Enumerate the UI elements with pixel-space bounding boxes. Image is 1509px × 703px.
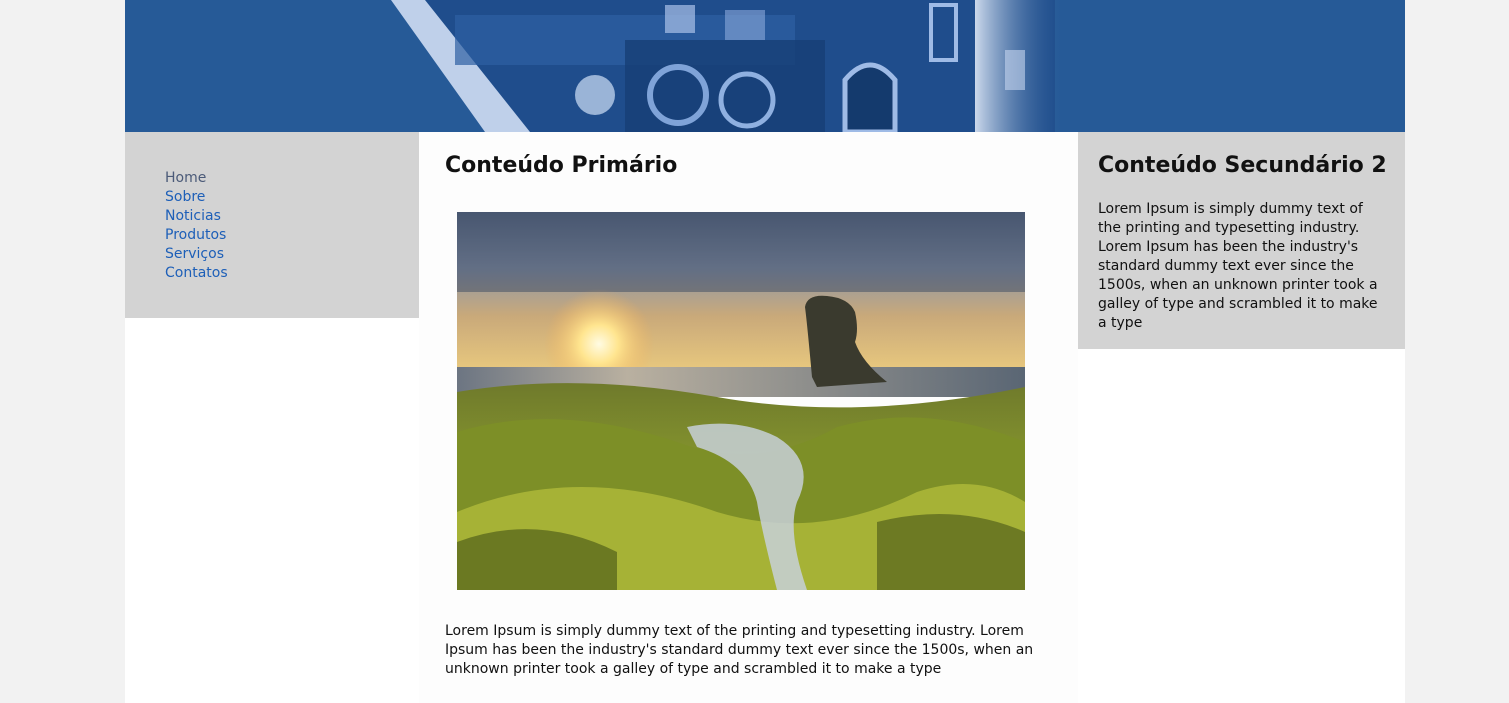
nav-link-servicos[interactable]: Serviços xyxy=(165,246,224,262)
secondary-paragraph: Lorem Ipsum is simply dummy text of the … xyxy=(1098,201,1378,331)
nav-item-produtos[interactable]: Produtos xyxy=(165,226,228,245)
primary-heading: Conteúdo Primário xyxy=(445,153,678,178)
nav-link-noticias[interactable]: Noticias xyxy=(165,208,221,224)
banner-artwork xyxy=(125,0,1405,132)
secondary-content: Conteúdo Secundário 2 Lorem Ipsum is sim… xyxy=(1078,132,1405,349)
nav-item-contatos[interactable]: Contatos xyxy=(165,264,228,283)
photo-artwork xyxy=(457,212,1025,590)
landscape-photo xyxy=(457,212,1025,590)
nav-menu: Home Sobre Noticias Produtos Serviços Co… xyxy=(165,169,228,283)
primary-paragraph: Lorem Ipsum is simply dummy text of the … xyxy=(445,623,1034,677)
sidebar-navigation: Home Sobre Noticias Produtos Serviços Co… xyxy=(125,132,419,318)
nav-link-home[interactable]: Home xyxy=(165,170,206,186)
nav-link-contatos[interactable]: Contatos xyxy=(165,265,228,281)
nav-item-sobre[interactable]: Sobre xyxy=(165,188,228,207)
secondary-heading: Conteúdo Secundário 2 xyxy=(1098,153,1387,178)
header-banner xyxy=(125,0,1405,132)
nav-link-sobre[interactable]: Sobre xyxy=(165,189,205,205)
page-container: Home Sobre Noticias Produtos Serviços Co… xyxy=(125,0,1405,703)
nav-item-servicos[interactable]: Serviços xyxy=(165,245,228,264)
nav-item-noticias[interactable]: Noticias xyxy=(165,207,228,226)
nav-item-home[interactable]: Home xyxy=(165,169,228,188)
nav-link-produtos[interactable]: Produtos xyxy=(165,227,226,243)
primary-content: Conteúdo Primário Lorem Ipsum is simply … xyxy=(419,132,1078,703)
